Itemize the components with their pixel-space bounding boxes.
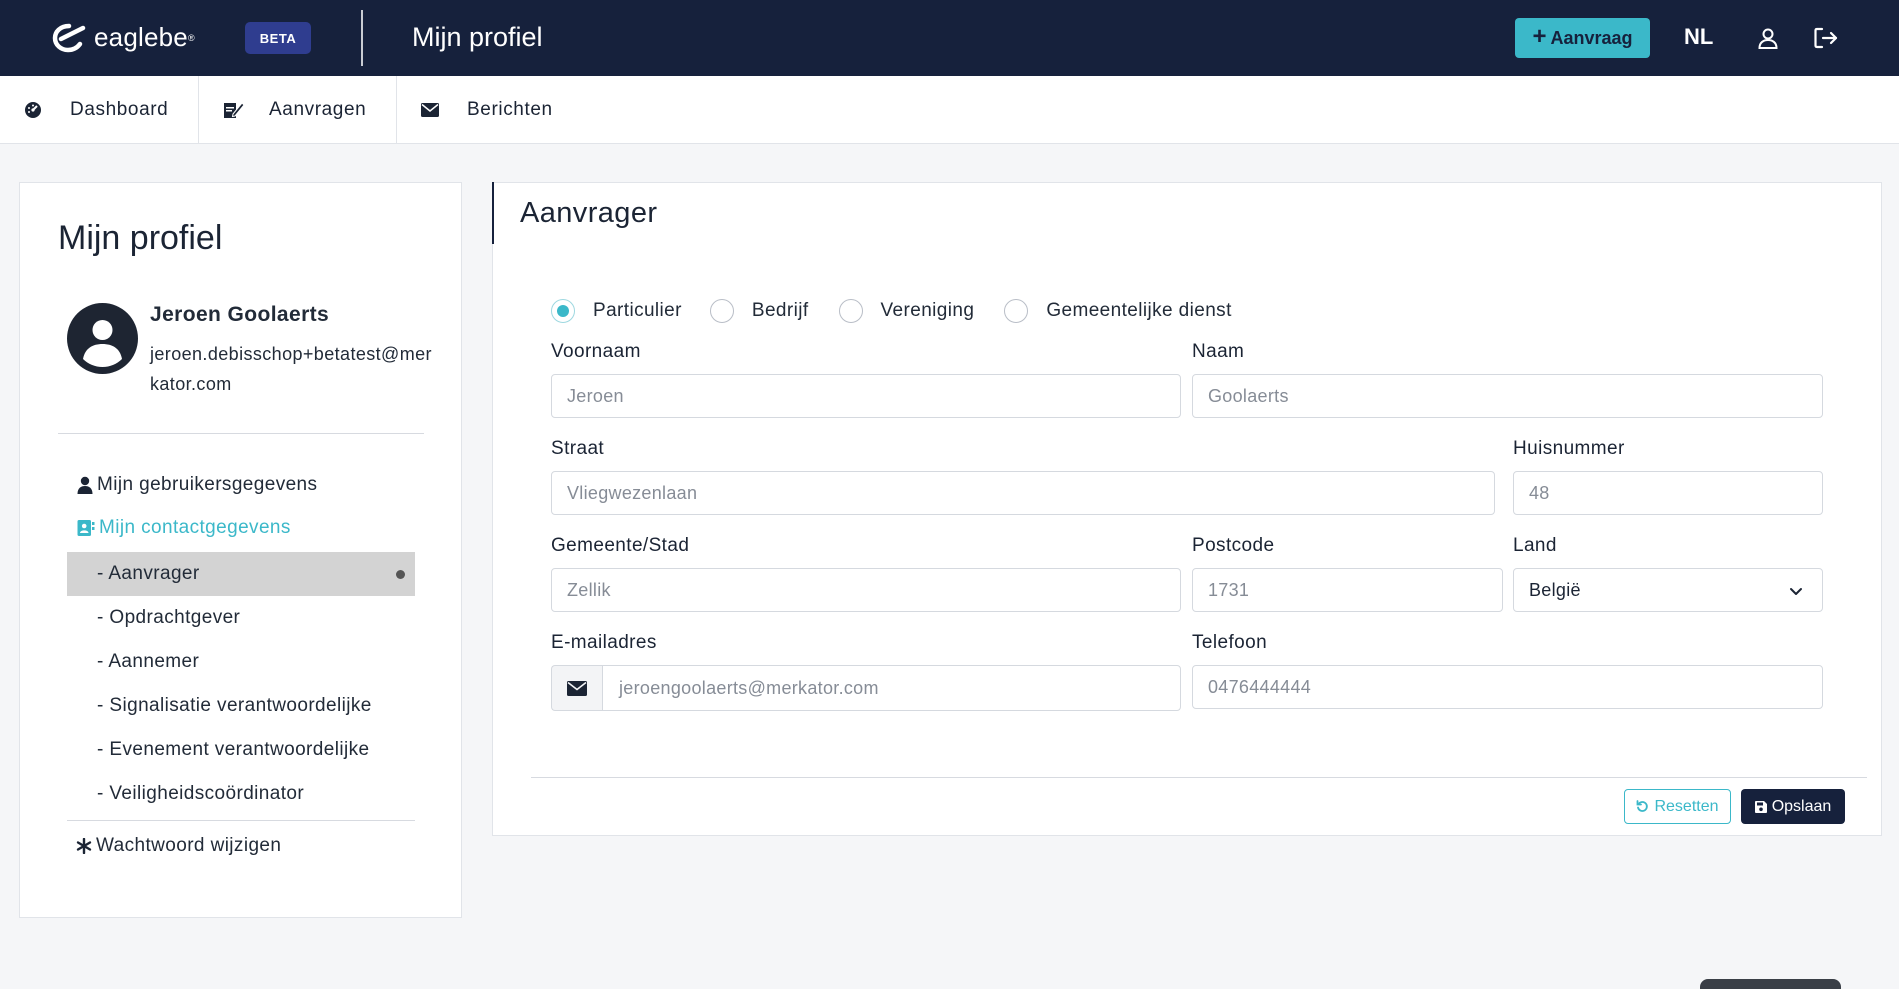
beta-badge: BETA [245, 22, 311, 54]
tab-dashboard-label: Dashboard [70, 99, 169, 120]
edit-icon [223, 100, 245, 120]
radio-bedrijf-label: Bedrijf [751, 300, 809, 321]
submenu-aannemer-label: - Aannemer [97, 651, 200, 672]
email-field[interactable]: jeroengoolaerts@merkator.com [602, 665, 1181, 711]
email-label: E-mailadres [551, 632, 657, 653]
contact-form-card: Aanvrager Particulier Bedrijf Vereniging… [492, 182, 1882, 836]
firstname-field[interactable]: Jeroen [551, 374, 1181, 418]
dashboard-icon [24, 101, 46, 119]
radio-gemeentelijke-dienst-label: Gemeentelijke dienst [1046, 300, 1232, 321]
header-divider [361, 10, 363, 66]
floating-widget-tab[interactable] [1700, 979, 1841, 989]
menu-user-data-label: Mijn gebruikersgegevens [97, 474, 318, 495]
city-field[interactable]: Zellik [551, 568, 1181, 612]
contact-card-icon [77, 520, 95, 536]
street-field[interactable]: Vliegwezenlaan [551, 471, 1495, 515]
new-request-label: Aanvraag [1550, 27, 1633, 48]
plus-icon: + [1532, 23, 1547, 50]
sidebar-divider [58, 433, 424, 434]
email-input-group: jeroengoolaerts@merkator.com [551, 665, 1181, 711]
radio-vereniging-label: Vereniging [880, 300, 975, 321]
submenu-aanvrager-label: - Aanvrager [97, 563, 200, 584]
lastname-field[interactable]: Goolaerts [1192, 374, 1823, 418]
tab-dashboard[interactable]: Dashboard [0, 76, 199, 144]
tab-aanvragen[interactable]: Aanvragen [199, 76, 397, 144]
envelope-icon [551, 665, 602, 711]
country-label: Land [1513, 535, 1557, 556]
logo-text: eaglebe [94, 22, 188, 52]
active-indicator-dot [396, 570, 405, 579]
street-label: Straat [551, 438, 605, 459]
page-title: Mijn profiel [412, 22, 543, 52]
radio-circle [551, 299, 575, 323]
radio-circle [838, 299, 863, 323]
form-divider [531, 777, 1867, 778]
applicant-type-group: Particulier Bedrijf Vereniging Gemeentel… [551, 299, 1232, 323]
submenu-signalisatie-label: - Signalisatie verantwoordelijke [97, 695, 372, 716]
tab-berichten[interactable]: Berichten [397, 76, 597, 144]
logo-registered-mark: ® [187, 32, 195, 43]
main-navigation: Dashboard Aanvragen Berichten [0, 76, 1899, 144]
sidebar-title: Mijn profiel [58, 219, 223, 257]
save-button[interactable]: Opslaan [1741, 789, 1845, 824]
postcode-field[interactable]: 1731 [1192, 568, 1503, 612]
logout-icon[interactable] [1813, 26, 1839, 55]
radio-circle [709, 299, 734, 323]
radio-vereniging[interactable]: Vereniging [838, 299, 975, 323]
radio-circle [1004, 299, 1029, 323]
submenu-evenement[interactable]: - Evenement verantwoordelijke [67, 728, 415, 772]
housenumber-label: Huisnummer [1513, 438, 1625, 459]
submenu-opdrachtgever[interactable]: - Opdrachtgever [67, 596, 415, 640]
avatar [67, 303, 138, 374]
profile-sidebar: Mijn profiel Jeroen Goolaerts jeroen.deb… [19, 182, 462, 918]
sidebar-divider-bottom [67, 820, 415, 821]
chevron-down-icon [1790, 588, 1802, 595]
country-select-value: België [1529, 579, 1581, 600]
submenu-veiligheidscoordinator-label: - Veiligheidscoördinator [97, 783, 305, 804]
envelope-icon [421, 103, 443, 117]
user-email: jeroen.debisschop+betatest@merkator.com [150, 344, 432, 394]
menu-contact-data[interactable]: Mijn contactgegevens [77, 517, 291, 539]
submenu-evenement-label: - Evenement verantwoordelijke [97, 739, 370, 760]
tab-berichten-label: Berichten [467, 99, 553, 120]
submenu-signalisatie[interactable]: - Signalisatie verantwoordelijke [67, 684, 415, 728]
lastname-label: Naam [1192, 341, 1245, 362]
submenu-aanvrager[interactable]: - Aanvrager [67, 552, 415, 596]
firstname-label: Voornaam [551, 341, 641, 362]
housenumber-field[interactable]: 48 [1513, 471, 1823, 515]
radio-particulier-label: Particulier [593, 300, 682, 321]
eaglebe-logo[interactable]: eaglebe ® [52, 22, 195, 53]
country-select[interactable]: België [1513, 568, 1823, 612]
eaglebe-logo-icon [52, 23, 86, 52]
phone-label: Telefoon [1192, 632, 1268, 653]
reset-button[interactable]: Resetten [1624, 789, 1731, 824]
menu-change-password-label: Wachtwoord wijzigen [96, 835, 282, 856]
language-switcher[interactable]: NL [1684, 24, 1713, 50]
submenu-veiligheidscoordinator[interactable]: - Veiligheidscoördinator [67, 772, 415, 816]
radio-gemeentelijke-dienst[interactable]: Gemeentelijke dienst [1004, 299, 1231, 323]
card-accent [492, 182, 494, 244]
menu-contact-data-label: Mijn contactgegevens [99, 517, 291, 538]
tab-aanvragen-label: Aanvragen [269, 99, 367, 120]
radio-bedrijf[interactable]: Bedrijf [709, 299, 809, 323]
submenu-opdrachtgever-label: - Opdrachtgever [97, 607, 241, 628]
save-label: Opslaan [1771, 797, 1832, 815]
form-title: Aanvrager [520, 197, 658, 229]
asterisk-icon [76, 838, 92, 854]
reset-label: Resetten [1654, 797, 1719, 815]
top-header: eaglebe ® BETA Mijn profiel + Aanvraag NL [0, 0, 1899, 76]
user-icon [77, 476, 93, 494]
new-request-button[interactable]: + Aanvraag [1515, 18, 1650, 58]
undo-icon [1637, 800, 1649, 812]
menu-user-data[interactable]: Mijn gebruikersgegevens [77, 474, 317, 496]
submenu-aannemer[interactable]: - Aannemer [67, 640, 415, 684]
postcode-label: Postcode [1192, 535, 1275, 556]
floppy-disk-icon [1754, 800, 1767, 813]
city-label: Gemeente/Stad [551, 535, 690, 556]
menu-change-password[interactable]: Wachtwoord wijzigen [76, 835, 281, 857]
user-icon[interactable] [1756, 26, 1780, 55]
user-name: Jeroen Goolaerts [150, 303, 330, 326]
phone-field[interactable]: 0476444444 [1192, 665, 1823, 709]
radio-particulier[interactable]: Particulier [551, 299, 682, 323]
